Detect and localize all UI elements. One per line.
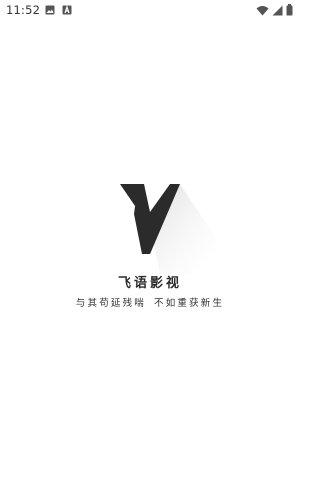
slogan: 与其苟延残喘 不如重获新生 bbox=[0, 295, 300, 309]
system-icons bbox=[256, 4, 293, 16]
slogan-part2: 不如重获新生 bbox=[154, 298, 225, 309]
status-time: 11:52 bbox=[6, 3, 41, 17]
wifi-icon bbox=[256, 5, 269, 16]
cell-signal-icon bbox=[272, 5, 283, 16]
splash-screen: 11:52 飞语影视 与其苟延残喘 不如重获新生 bbox=[0, 0, 300, 500]
notification-icons bbox=[45, 5, 72, 15]
app-name: 飞语影视 bbox=[117, 276, 182, 291]
status-bar: 11:52 bbox=[0, 0, 300, 20]
app-logo bbox=[120, 184, 220, 274]
image-icon bbox=[45, 5, 55, 15]
battery-icon bbox=[286, 4, 293, 16]
a-notification-icon bbox=[62, 5, 72, 15]
slogan-part1: 与其苟延残喘 bbox=[75, 298, 146, 309]
